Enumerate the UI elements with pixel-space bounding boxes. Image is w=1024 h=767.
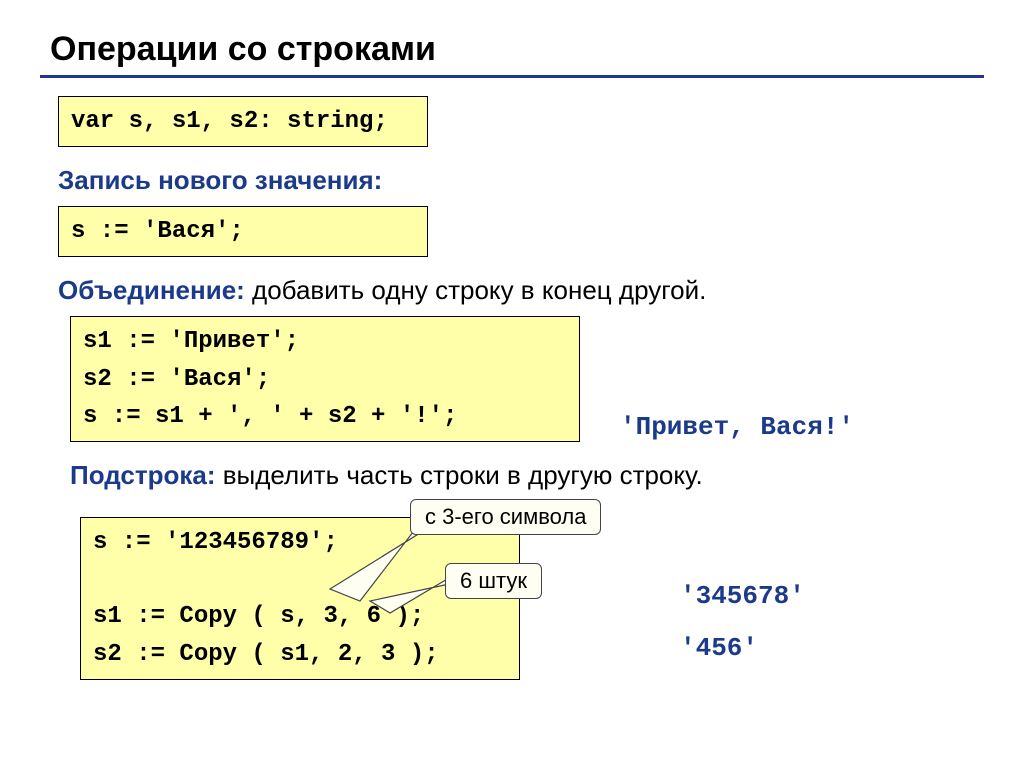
section-concat: Объединение: добавить одну строку в коне… — [58, 275, 984, 306]
callout-from-symbol: с 3-его символа — [410, 499, 601, 535]
section-assign: Запись нового значения: — [58, 165, 984, 196]
code-concat: s1 := 'Привет'; s2 := 'Вася'; s := s1 + … — [70, 316, 580, 442]
code-line: s2 := 'Вася'; — [83, 361, 567, 398]
section-substr-head: Подстрока: — [70, 460, 215, 490]
concat-result: 'Привет, Вася!' — [620, 412, 854, 442]
code-line: s := s1 + ', ' + s2 + '!'; — [83, 398, 567, 435]
code-assign: s := 'Вася'; — [58, 206, 428, 257]
copy-results: '345678' '456' — [680, 581, 805, 685]
section-concat-head: Объединение: — [58, 275, 245, 305]
callout-count: 6 штук — [445, 563, 542, 599]
section-substr: Подстрока: выделить часть строки в другу… — [70, 460, 984, 491]
code-line: s2 := Copy ( s1, 2, 3 ); — [93, 636, 507, 673]
slide-title: Операции со строками — [50, 30, 984, 69]
code-declaration: var s, s1, s2: string; — [58, 96, 428, 147]
section-substr-tail: выделить часть строки в другую строку. — [215, 460, 702, 490]
copy-result-2: '456' — [680, 633, 805, 663]
title-rule — [40, 75, 984, 78]
section-concat-tail: добавить одну строку в конец другой. — [245, 275, 707, 305]
code-line: s1 := 'Привет'; — [83, 323, 567, 360]
section-assign-head: Запись нового значения: — [58, 165, 382, 195]
copy-block: s := '123456789'; s1 := Copy ( s, 3, 6 )… — [40, 517, 984, 680]
copy-result-1: '345678' — [680, 581, 805, 611]
